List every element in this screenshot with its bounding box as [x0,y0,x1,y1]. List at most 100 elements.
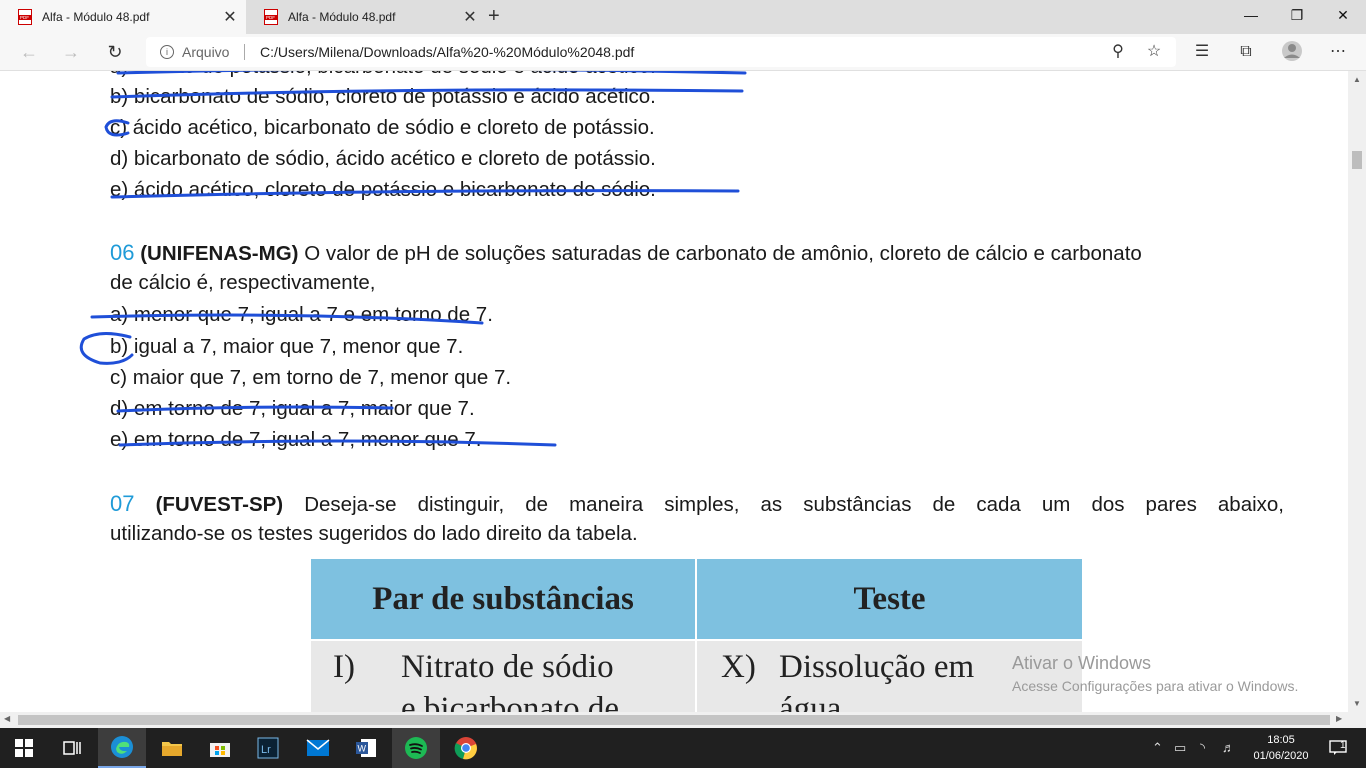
tab-pdf-1[interactable]: PDF Alfa - Módulo 48.pdf ✕ [0,0,246,34]
address-scheme: Arquivo [182,44,230,60]
minimize-button[interactable]: — [1228,0,1274,30]
watermark-title: Ativar o Windows [1012,653,1152,673]
taskbar-word[interactable]: W [342,728,390,768]
horizontal-scroll-thumb[interactable] [18,715,1330,725]
q07-text: Deseja-se distinguir, de maneira simples… [304,493,1285,516]
q06-option-b: b) igual a 7, maior que 7, menor que 7. [110,335,464,358]
favorites-list-icon[interactable]: ☰ [1190,40,1214,64]
zoom-icon[interactable]: ⚲ [1106,40,1130,64]
taskbar-lightroom[interactable]: Lr [244,728,292,768]
store-icon [210,743,230,757]
folder-icon [162,742,182,756]
forward-button[interactable]: → [58,40,84,64]
q07-header: 07 (FUVEST-SP) Deseja-se distinguir, de … [110,491,1284,517]
vertical-scrollbar[interactable]: ▲ ▼ [1348,71,1366,712]
collections-icon[interactable]: ⧉ [1234,40,1258,64]
taskbar-spotify[interactable] [392,728,440,768]
more-options-icon[interactable]: ⋯ [1326,40,1350,64]
q05-option-e: e) ácido acético, cloreto de potássio e … [110,178,656,201]
pdf-viewer[interactable]: a) cloreto de potássio, bicarbonato de s… [0,71,1348,712]
new-tab-button[interactable]: + [488,5,500,28]
close-window-button[interactable]: ✕ [1320,0,1366,30]
pdf-file-icon: PDF [264,9,278,25]
q06-header: 06 (UNIFENAS-MG) O valor de pH de soluçõ… [110,240,1142,266]
volume-icon[interactable]: ♬ [1222,740,1235,755]
address-bar[interactable]: i Arquivo C:/Users/Milena/Downloads/Alfa… [146,37,1176,67]
pair-text-line1: Nitrato de sódio [401,649,614,685]
maximize-button[interactable]: ❐ [1274,0,1320,30]
taskbar-chrome[interactable] [442,728,490,768]
watermark-text: Acesse Configurações para ativar o Windo… [1012,678,1299,694]
task-view-icon [63,741,81,755]
clock-time: 18:05 [1267,734,1295,746]
browser-toolbar: ← → ↻ i Arquivo C:/Users/Milena/Download… [0,34,1366,71]
profile-avatar[interactable] [1280,40,1304,64]
scroll-right-icon[interactable]: ▶ [1336,714,1342,723]
vertical-scroll-thumb[interactable] [1352,151,1362,169]
notification-count: 1 [1340,740,1346,751]
substances-table: Par de substâncias Teste I) Nitrato de s… [311,559,1082,712]
pdf-file-icon: PDF [18,9,32,25]
svg-text:PDF: PDF [266,15,275,20]
q06-number: 06 [110,240,135,265]
pair-text-line2: e bicarbonato de [401,691,620,712]
scroll-up-icon[interactable]: ▲ [1353,75,1361,84]
windows-logo-icon [15,739,33,757]
q06-source: (UNIFENAS-MG) [140,242,299,265]
svg-text:Lr: Lr [261,744,271,756]
address-url[interactable]: C:/Users/Milena/Downloads/Alfa%20-%20Mód… [260,44,634,60]
activation-watermark: Ativar o Windows Acesse Configurações pa… [1012,653,1298,694]
q06-option-d: d) em torno de 7, igual a 7, maior que 7… [110,397,475,420]
svg-text:PDF: PDF [20,15,29,20]
close-tab-icon[interactable]: ✕ [220,7,240,27]
tab-pdf-2[interactable]: PDF Alfa - Módulo 48.pdf ✕ [246,0,486,34]
taskbar-edge[interactable] [98,728,146,768]
test-number: X) [721,649,756,685]
task-view-button[interactable] [48,728,96,768]
tab-bar: PDF Alfa - Módulo 48.pdf ✕ PDF Alfa - Mó… [0,0,1366,34]
tab-title: Alfa - Módulo 48.pdf [288,10,396,24]
close-tab-icon[interactable]: ✕ [460,7,480,27]
horizontal-scrollbar[interactable]: ◀ ▶ [0,712,1366,728]
table-header-test: Teste [697,559,1082,639]
favorite-star-icon[interactable]: ☆ [1142,40,1166,64]
info-icon[interactable]: i [160,45,174,59]
q05-option-c: c) ácido acético, bicarbonato de sódio e… [110,116,655,139]
refresh-button[interactable]: ↻ [102,40,128,64]
word-icon: W [356,739,376,757]
scroll-down-icon[interactable]: ▼ [1353,699,1361,708]
svg-text:W: W [358,744,367,754]
q06-text: O valor de pH de soluções saturadas de c… [304,242,1142,265]
q06-text-line2: de cálcio é, respectivamente, [110,271,376,294]
address-divider [244,44,245,60]
battery-icon[interactable]: ▭ [1174,740,1186,756]
wifi-icon[interactable]: ◝ [1200,740,1205,756]
start-button[interactable] [0,728,48,768]
test-text-line2: água [779,691,842,712]
back-button[interactable]: ← [16,40,42,64]
q05-option-b: b) bicarbonato de sódio, cloreto de potá… [110,85,656,108]
scroll-left-icon[interactable]: ◀ [4,714,10,723]
taskbar-mail[interactable] [294,728,342,768]
show-hidden-icons[interactable]: ⌃ [1152,740,1163,756]
taskbar-store[interactable] [196,728,244,768]
edge-icon [111,736,133,758]
q06-option-a: a) menor que 7, igual a 7 e em torno de … [110,303,493,326]
q05-option-a: a) cloreto de potássio, bicarbonato de s… [110,71,656,79]
tab-title: Alfa - Módulo 48.pdf [42,10,150,24]
taskbar-file-explorer[interactable] [148,728,196,768]
table-header-pairs: Par de substâncias [311,559,695,639]
q06-option-c: c) maior que 7, em torno de 7, menor que… [110,366,512,389]
q07-text-line2: utilizando-se os testes sugeridos do lad… [110,522,638,545]
windows-taskbar: Lr W ⌃ ▭ ◝ ♬ 18:05 01/06/2020 1 [0,728,1366,768]
system-clock[interactable]: 18:05 01/06/2020 [1248,732,1314,764]
row-number: I) [333,649,355,685]
notification-center-button[interactable]: 1 [1318,728,1358,768]
q07-source: (FUVEST-SP) [155,493,284,516]
q06-option-e: e) em torno de 7, igual a 7, menor que 7… [110,428,482,451]
clock-date: 01/06/2020 [1253,750,1309,762]
q05-option-d: d) bicarbonato de sódio, ácido acético e… [110,147,656,170]
lightroom-icon: Lr [257,737,279,759]
mail-icon [306,739,330,756]
table-cell-pair-1: I) Nitrato de sódio e bicarbonato de [311,641,695,712]
